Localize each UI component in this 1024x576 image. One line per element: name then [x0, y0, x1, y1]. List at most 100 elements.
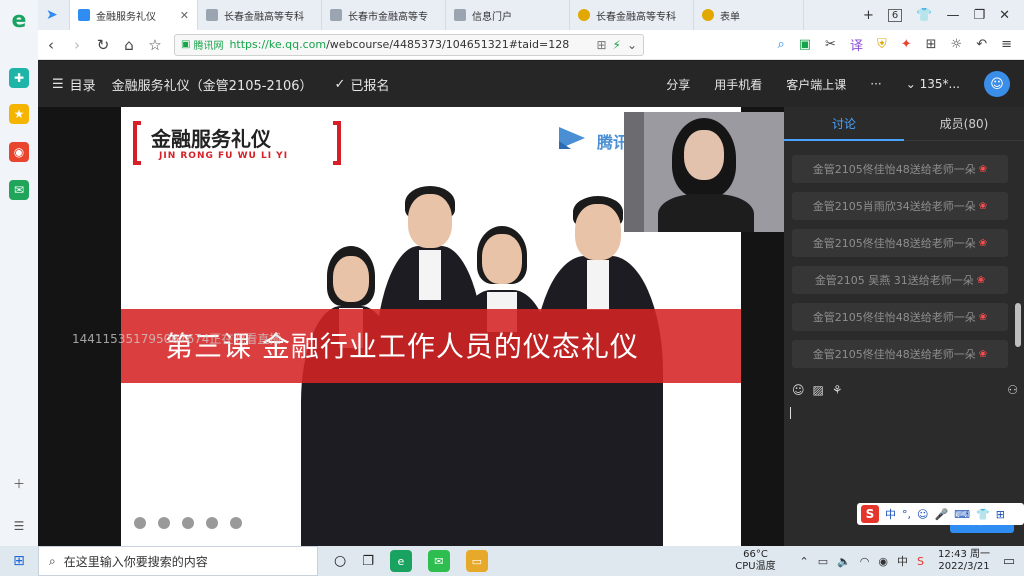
tab-form[interactable]: 表单 — [694, 0, 804, 30]
security-icon[interactable]: ◉ — [878, 555, 888, 568]
emoji-icon[interactable]: ☺ — [792, 383, 805, 397]
user-menu[interactable]: ⌄ 135*... — [906, 77, 960, 91]
tab-course[interactable]: 金融服务礼仪 ✕ — [70, 0, 198, 30]
tab-portal[interactable]: 信息门户 — [446, 0, 570, 30]
undo-icon[interactable]: ↶ — [976, 37, 987, 52]
cpu-temp[interactable]: 66°C CPU温度 — [725, 549, 785, 573]
chat-scrollbar[interactable] — [1015, 303, 1021, 347]
plus-app-icon[interactable]: ✚ — [9, 68, 29, 88]
prev-icon[interactable] — [134, 517, 146, 529]
scissors-icon[interactable]: ✂ — [825, 37, 836, 52]
shirt-icon[interactable]: 👕 — [916, 8, 932, 23]
shield-icon: ▣ — [181, 39, 191, 50]
dropdown-icon[interactable]: ⌄ — [627, 38, 637, 52]
close-window-icon[interactable]: ✕ — [999, 8, 1010, 23]
list-item: 金管2105佟佳怡48送给老师一朵 ❀ — [792, 340, 1008, 368]
nav-compass-icon[interactable]: ➤ — [38, 0, 70, 30]
image-icon[interactable]: ▨ — [813, 383, 824, 397]
minimize-icon[interactable]: — — [946, 8, 959, 23]
ime-mode[interactable]: 中 — [885, 506, 896, 522]
tab-members[interactable]: 成员(80) — [904, 107, 1024, 140]
grid-icon[interactable]: ⊞ — [926, 37, 937, 52]
forward-icon[interactable]: › — [64, 36, 90, 54]
keyboard-icon[interactable]: ⌨ — [954, 508, 970, 521]
home-icon[interactable]: ⌂ — [116, 36, 142, 54]
windows-start-icon[interactable]: ⊞ — [0, 553, 38, 569]
search-icon[interactable]: ⌕ — [777, 37, 784, 52]
clock[interactable]: 12:43 周一 2022/3/21 — [934, 549, 994, 573]
new-tab-icon[interactable]: + — [863, 8, 874, 23]
shield-plugin-icon[interactable]: ⛨ — [877, 37, 887, 52]
teacher-webcam[interactable] — [624, 112, 784, 232]
tab-count-icon[interactable]: 6 — [887, 8, 903, 22]
avatar[interactable]: ☺ — [984, 71, 1010, 97]
sogou-tray-icon[interactable]: S — [917, 555, 924, 568]
list-icon[interactable]: ☰ — [9, 516, 29, 536]
cortana-icon[interactable]: ○ — [334, 553, 346, 569]
game-icon[interactable]: ✦ — [901, 37, 912, 52]
translate-icon[interactable]: 译 — [850, 35, 863, 54]
chevron-up-icon[interactable]: ⌃ — [799, 555, 808, 568]
next-icon[interactable] — [158, 517, 170, 529]
punctuation-icon[interactable]: °, — [902, 508, 911, 521]
more-button[interactable]: ··· — [870, 77, 881, 91]
url-text[interactable]: https://ke.qq.com/webcourse/4485373/1046… — [229, 38, 590, 51]
weibo-app-icon[interactable]: ◉ — [9, 142, 29, 162]
windows-taskbar: ⊞ ⌕ 在这里输入你要搜索的内容 ○ ❐ e ✉ ▭ 66°C CPU温度 ⌃ … — [0, 546, 1024, 576]
grid-icon[interactable]: ⊞ — [996, 508, 1005, 521]
catalog-button[interactable]: ☰ 目录 — [52, 75, 96, 94]
site-badge: ▣ 腾讯网 — [181, 39, 224, 52]
wechat-icon[interactable]: ✉ — [427, 550, 450, 572]
folder-icon[interactable]: ▭ — [465, 550, 488, 572]
client-class-button[interactable]: 客户端上课 — [786, 76, 846, 93]
tab-close-icon[interactable]: ✕ — [180, 9, 189, 22]
flower-icon: ❀ — [978, 311, 988, 323]
pen-icon[interactable] — [182, 517, 194, 529]
user-settings-icon[interactable]: ⚇ — [1007, 383, 1018, 397]
browser-sidebar: e ✚ ★ ◉ ✉ ＋ ☰ — [0, 0, 38, 546]
maximize-icon[interactable]: ❐ — [973, 8, 985, 23]
wifi-icon[interactable]: ◠ — [860, 555, 870, 568]
qr-icon[interactable]: ⊞ — [596, 38, 606, 52]
fullscreen-icon[interactable] — [206, 517, 218, 529]
ime-tray-icon[interactable]: 中 — [897, 553, 908, 569]
window-controls: + 6 👕 — ❐ ✕ — [863, 8, 1024, 23]
chat-toolbar: ☺ ▨ ⚘ ⚇ — [792, 381, 1018, 399]
tab-city-college[interactable]: 长春市金融高等专 — [322, 0, 446, 30]
address-bar[interactable]: ▣ 腾讯网 https://ke.qq.com/webcourse/4485373… — [174, 33, 644, 56]
more-options-icon[interactable] — [230, 517, 242, 529]
volume-icon[interactable]: 🔈 — [837, 555, 851, 568]
tab-discussion[interactable]: 讨论 — [784, 107, 904, 141]
star-app-icon[interactable]: ★ — [9, 104, 29, 124]
brightness-icon[interactable]: ☼ — [951, 37, 963, 52]
back-icon[interactable]: ‹ — [38, 36, 64, 54]
add-icon[interactable]: ＋ — [9, 474, 29, 494]
book-icon[interactable]: ▣ — [799, 37, 811, 52]
emoji-icon[interactable]: ☺ — [917, 508, 928, 521]
task-view-icon[interactable]: ❐ — [362, 554, 374, 569]
ime-toolbar[interactable]: S 中 °, ☺ 🎤 ⌨ 👕 ⊞ — [857, 503, 1024, 525]
tab-college[interactable]: 长春金融高等专科 — [198, 0, 322, 30]
search-icon: ⌕ — [49, 553, 56, 568]
tab-college-2[interactable]: 长春金融高等专科 — [570, 0, 694, 30]
notification-icon[interactable]: ▭ — [994, 554, 1024, 569]
network-icon[interactable]: ▭ — [818, 555, 828, 568]
flower-gift-icon[interactable]: ⚘ — [832, 383, 843, 397]
taskbar-search[interactable]: ⌕ 在这里输入你要搜索的内容 — [38, 546, 318, 576]
mail-app-icon[interactable]: ✉ — [9, 180, 29, 200]
list-item: 金管2105佟佳怡48送给老师一朵 ❀ — [792, 303, 1008, 331]
mic-icon[interactable]: 🎤 — [934, 508, 948, 521]
share-button[interactable]: 分享 — [666, 76, 690, 93]
course-header: ☰ 目录 金融服务礼仪（金管2105-2106） ✓ 已报名 分享 用手机看 客… — [38, 61, 1024, 107]
course-title: 金融服务礼仪（金管2105-2106） — [111, 78, 313, 94]
browser-taskbar-icon[interactable]: e — [389, 550, 412, 572]
browser-logo-icon[interactable]: e — [8, 10, 30, 32]
favorite-star-icon[interactable]: ☆ — [142, 36, 168, 54]
sogou-logo-icon[interactable]: S — [861, 505, 879, 523]
skin-icon[interactable]: 👕 — [976, 508, 990, 521]
menu-icon[interactable]: ≡ — [1001, 37, 1012, 52]
mobile-watch-button[interactable]: 用手机看 — [714, 76, 762, 93]
tab-favicon-icon — [330, 9, 342, 21]
lightning-icon[interactable]: ⚡ — [613, 38, 621, 52]
reload-icon[interactable]: ↻ — [90, 36, 116, 54]
